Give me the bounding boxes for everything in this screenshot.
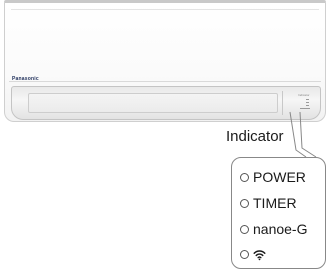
wifi-icon <box>253 249 266 260</box>
legend-item-nanoe: nanoe-G <box>240 220 307 238</box>
indicator-legend: POWER TIMER nanoe-G <box>231 157 326 269</box>
diagram: Panasonic Indicator Indicator POWER TIME… <box>0 0 330 278</box>
legend-label: TIMER <box>253 195 297 211</box>
led-circle-icon <box>240 224 249 234</box>
legend-label: nanoe-G <box>253 221 308 237</box>
led-circle-icon <box>240 249 249 259</box>
led-circle-icon <box>240 172 249 182</box>
legend-item-power: POWER <box>240 168 306 186</box>
leader-line-right <box>299 111 317 158</box>
callout-title: Indicator <box>226 128 284 145</box>
leader-line-left <box>289 111 307 158</box>
legend-item-timer: TIMER <box>240 194 297 212</box>
legend-label: POWER <box>253 169 306 185</box>
led-circle-icon <box>240 198 249 208</box>
legend-item-wifi <box>240 245 266 263</box>
